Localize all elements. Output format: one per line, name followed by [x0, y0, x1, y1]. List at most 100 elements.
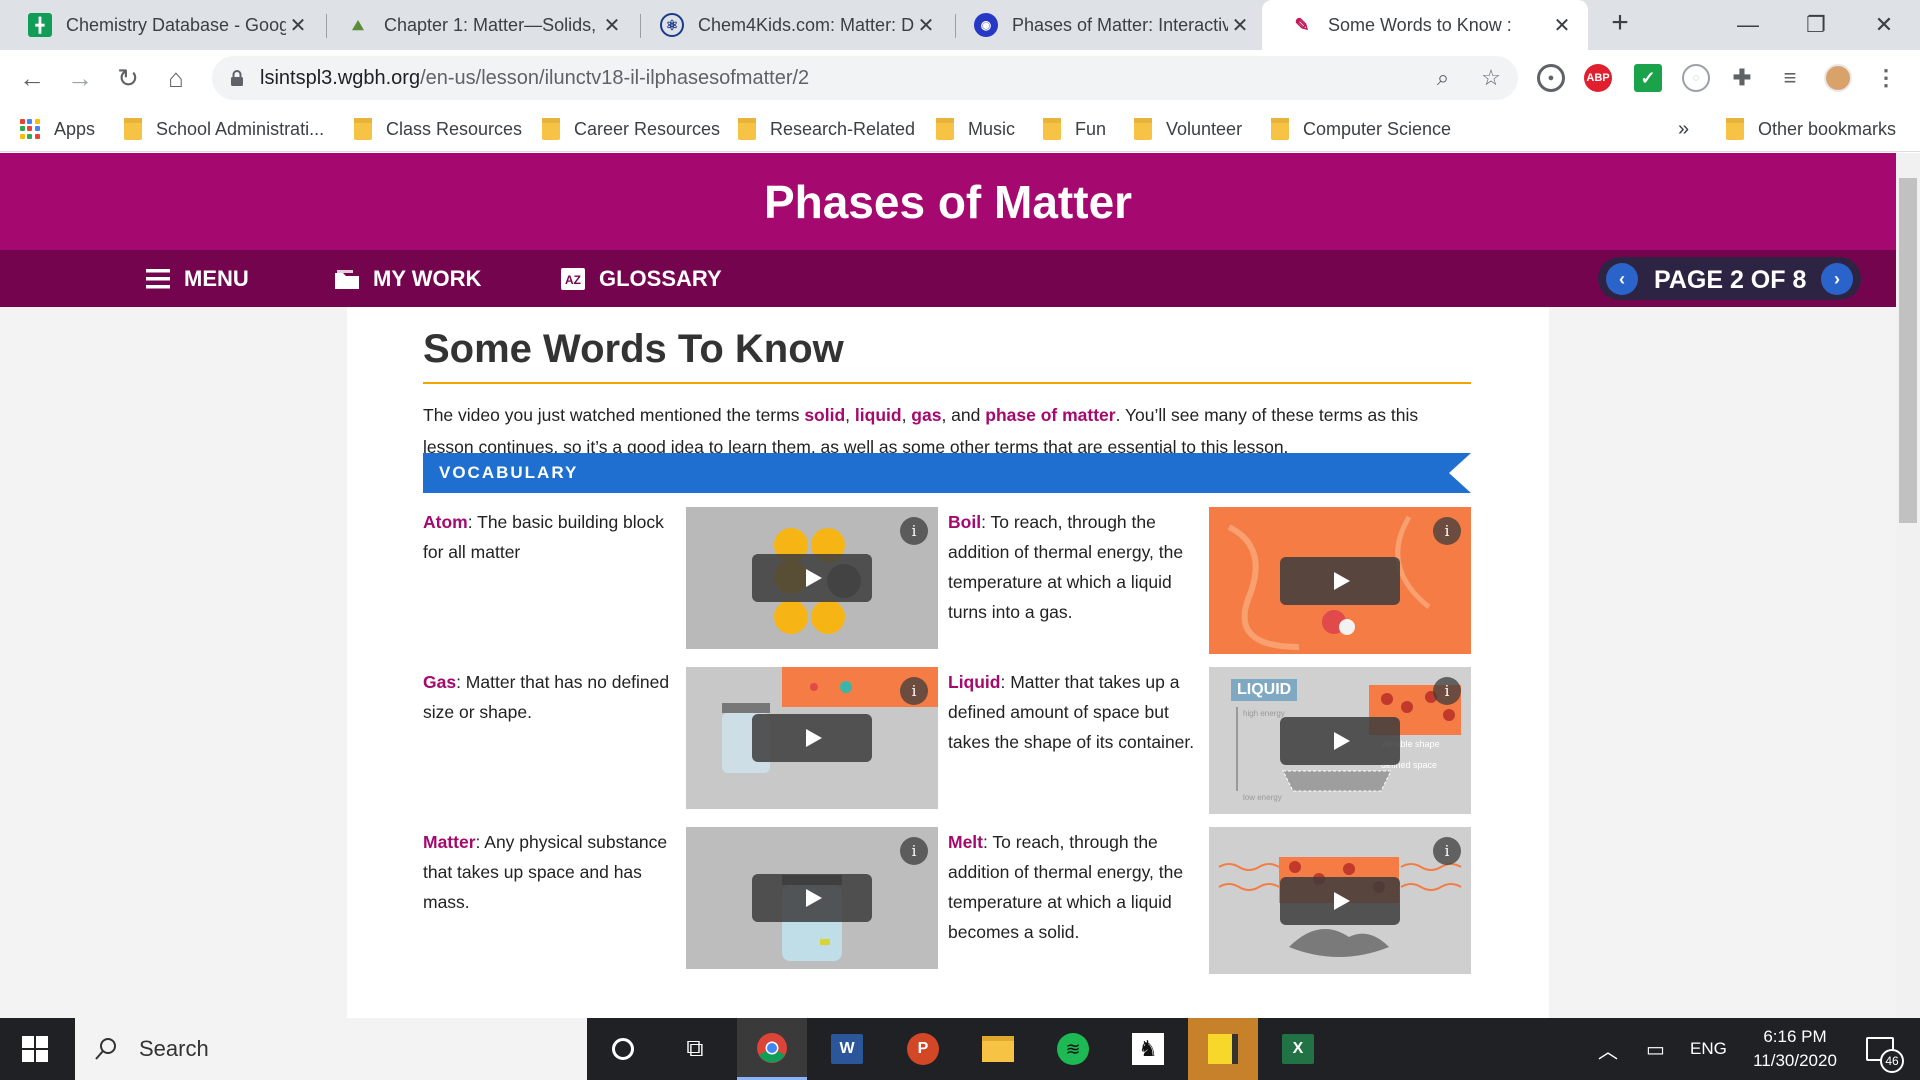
back-button[interactable]: ← [16, 62, 48, 94]
action-center-icon: 46 [1866, 1037, 1904, 1073]
checkmark-extension-icon[interactable]: ✓ [1634, 64, 1662, 92]
extension-outline-icon[interactable]: ◌ [1682, 64, 1710, 92]
vocab-term-atom: Atom: The basic building block for all m… [423, 512, 664, 562]
info-icon[interactable]: i [900, 517, 928, 545]
bookmarks-overflow-button[interactable]: » [1678, 116, 1689, 142]
bookmark-folder-class[interactable]: Class Resources [354, 116, 522, 142]
taskbar-powerpoint[interactable]: P [888, 1018, 958, 1080]
adblock-icon[interactable]: ABP [1584, 64, 1612, 92]
play-button[interactable] [752, 714, 872, 762]
profile-avatar[interactable] [1824, 64, 1852, 92]
bookmark-star-icon[interactable]: ☆ [1478, 65, 1504, 91]
play-button[interactable] [1280, 717, 1400, 765]
scrollbar-thumb[interactable] [1899, 178, 1917, 523]
reload-button[interactable]: ↻ [112, 62, 144, 94]
melt-video-thumbnail[interactable]: i [1209, 827, 1471, 974]
play-button[interactable] [1280, 877, 1400, 925]
bookmark-folder-research[interactable]: Research-Related [738, 116, 915, 142]
my-work-button[interactable]: MY WORK [333, 264, 481, 294]
term-phase: phase of matter [985, 405, 1116, 425]
tab-strip: ╋ Chemistry Database - Goog ✕ ⛰ Chapter … [0, 0, 1920, 50]
bookmark-folder-fun[interactable]: Fun [1043, 116, 1106, 142]
lock-icon [231, 70, 243, 86]
tab-phases-interactive[interactable]: ◉ Phases of Matter: Interactiv ✕ [946, 0, 1266, 50]
close-tab-icon[interactable]: ✕ [1228, 13, 1252, 38]
my-work-label: MY WORK [373, 266, 482, 291]
url-text[interactable]: lsintspl3.wgbh.org/en-us/lesson/ilunctv1… [260, 67, 809, 90]
home-button[interactable]: ⌂ [160, 62, 192, 94]
taskbar-excel[interactable]: X [1263, 1018, 1333, 1080]
taskbar-chrome[interactable] [737, 1018, 807, 1080]
info-icon[interactable]: i [1433, 517, 1461, 545]
taskbar-sticky-notes[interactable] [1188, 1018, 1258, 1080]
bookmark-folder-cs[interactable]: Computer Science [1271, 116, 1451, 142]
boil-video-thumbnail[interactable]: i [1209, 507, 1471, 654]
bookmark-folder-career[interactable]: Career Resources [542, 116, 720, 142]
tab-some-words[interactable]: ✎ Some Words to Know : ✕ [1262, 0, 1588, 50]
previous-page-button[interactable]: ‹ [1606, 263, 1638, 295]
close-tab-icon[interactable]: ✕ [1550, 13, 1574, 38]
task-view-button[interactable]: ⧉ [660, 1018, 730, 1080]
taskbar-spotify[interactable]: ≋ [1038, 1018, 1108, 1080]
tab-chapter-1[interactable]: ⛰ Chapter 1: Matter—Solids, L ✕ [318, 0, 638, 50]
chrome-icon [757, 1032, 787, 1063]
start-button[interactable] [0, 1018, 70, 1080]
info-icon[interactable]: i [900, 677, 928, 705]
taskbar-file-explorer[interactable] [963, 1018, 1033, 1080]
liquid-video-thumbnail[interactable]: LIQUID high energy low energy variable s… [1209, 667, 1471, 814]
info-icon[interactable]: i [900, 837, 928, 865]
close-tab-icon[interactable]: ✕ [914, 13, 938, 38]
clock[interactable]: 6:16 PM 11/30/2020 [1740, 1018, 1850, 1080]
adblock-label: ABP [1586, 72, 1610, 84]
bookmark-label: Research-Related [770, 118, 916, 139]
next-page-button[interactable]: › [1821, 263, 1853, 295]
vocab-term-matter: Matter: Any physical substance that take… [423, 832, 668, 912]
play-button[interactable] [752, 874, 872, 922]
tab-title: Phases of Matter: Interactiv [1012, 14, 1228, 35]
close-tab-icon[interactable]: ✕ [286, 13, 310, 38]
tab-chem4kids[interactable]: ⚛ Chem4Kids.com: Matter: De ✕ [632, 0, 952, 50]
notifications-button[interactable]: 46 [1858, 1018, 1904, 1080]
zoom-search-icon[interactable]: ⌕ [1430, 65, 1456, 91]
media-queue-icon[interactable]: ≡ [1776, 64, 1804, 92]
puzzle-extensions-icon[interactable]: ✚ [1728, 64, 1756, 92]
cortana-button[interactable] [588, 1018, 658, 1080]
close-window-button[interactable]: ✕ [1852, 0, 1916, 50]
bookmark-apps[interactable]: Apps [20, 116, 95, 142]
new-tab-button[interactable]: + [1604, 8, 1636, 40]
glossary-az-icon: AZ [561, 268, 585, 290]
lesson-content: Some Words To Know The video you just wa… [347, 307, 1549, 1018]
restore-button[interactable]: ❐ [1784, 0, 1848, 50]
extension-circle-icon[interactable]: ● [1537, 64, 1565, 92]
matter-video-thumbnail[interactable]: i [686, 827, 938, 969]
bookmark-folder-volunteer[interactable]: Volunteer [1134, 116, 1242, 142]
info-icon[interactable]: i [1433, 837, 1461, 865]
bookmark-folder-music[interactable]: Music [936, 116, 1015, 142]
site-title: Phases of Matter [763, 176, 1133, 228]
atom-video-thumbnail[interactable]: i [686, 507, 938, 649]
play-button[interactable] [1280, 557, 1400, 605]
chrome-menu-icon[interactable]: ⋮ [1872, 64, 1900, 92]
cortana-circle-icon [612, 1038, 634, 1060]
close-tab-icon[interactable]: ✕ [600, 13, 624, 38]
bookmark-folder-school[interactable]: School Administrati... [124, 116, 324, 142]
tab-chemistry-database[interactable]: ╋ Chemistry Database - Goog ✕ [0, 0, 324, 50]
gas-video-thumbnail[interactable]: i [686, 667, 938, 809]
taskbar-search-box[interactable]: Search [75, 1018, 587, 1080]
address-bar[interactable]: lsintspl3.wgbh.org/en-us/lesson/ilunctv1… [212, 56, 1518, 100]
language-indicator[interactable]: ENG [1690, 1018, 1727, 1080]
show-hidden-icons-button[interactable]: ︿ [1598, 1018, 1618, 1080]
menu-button[interactable]: MENU [144, 264, 249, 294]
folder-icon [1043, 118, 1061, 140]
folder-open-icon [335, 270, 359, 289]
clock-time: 6:16 PM [1763, 1027, 1827, 1046]
taskbar-word[interactable]: W [812, 1018, 882, 1080]
bookmark-folder-other[interactable]: Other bookmarks [1726, 116, 1896, 142]
info-icon[interactable]: i [1433, 677, 1461, 705]
network-status-button[interactable]: ▭ [1646, 1018, 1665, 1080]
taskbar-app-reader[interactable]: ♞ [1113, 1018, 1183, 1080]
minimize-button[interactable]: ― [1716, 0, 1780, 50]
glossary-button[interactable]: AZ GLOSSARY [559, 264, 722, 294]
forward-button[interactable]: → [64, 62, 96, 94]
play-button[interactable] [752, 554, 872, 602]
